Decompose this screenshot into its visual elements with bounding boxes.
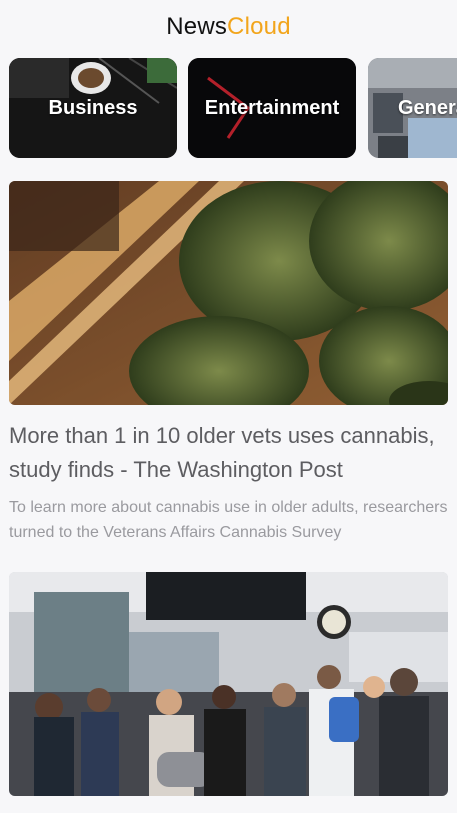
category-label: Entertainment [204,96,340,119]
category-card-business[interactable]: Business [9,58,177,158]
category-label: General [398,96,457,119]
article-title[interactable]: More than 1 in 10 older vets uses cannab… [9,419,448,487]
app-bar: News Cloud [0,0,457,54]
news-card[interactable]: More than 1 in 10 older vets uses cannab… [9,181,448,545]
category-carousel[interactable]: Business Entertainment General [9,58,457,159]
category-label: Business [48,96,138,119]
news-card[interactable] [9,572,448,796]
app-title-cloud: Cloud [227,13,291,40]
category-card-general[interactable]: General [368,58,457,158]
article-image [9,572,448,796]
category-card-entertainment[interactable]: Entertainment [188,58,356,158]
article-image [9,181,448,405]
article-description: To learn more about cannabis use in olde… [9,499,448,541]
app-title-news: News [166,13,228,40]
